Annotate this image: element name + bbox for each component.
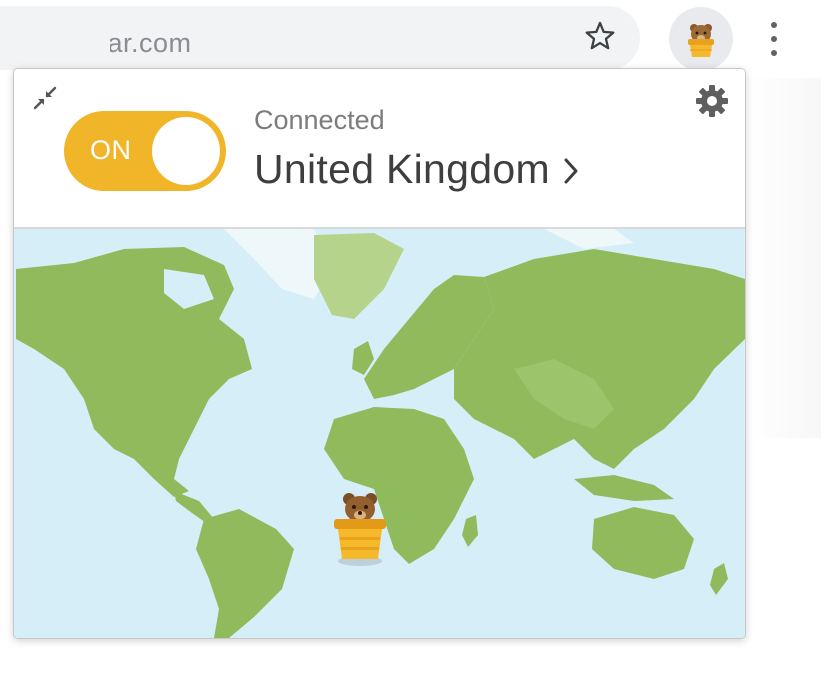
toggle-label: ON [90,135,132,165]
country-selector[interactable]: United Kingdom [254,145,580,193]
continent-south-america [196,509,294,638]
tunnelbear-marker-icon[interactable] [330,485,390,567]
toggle-knob [152,117,220,185]
address-bar-text: ear.com [110,28,192,58]
world-map[interactable] [14,229,745,638]
world-map-graphic [16,229,745,638]
vpn-popup: ON Connected United Kingdom [13,68,746,639]
popup-header: ON Connected United Kingdom [14,69,745,229]
browser-toolbar: ear.com [0,0,821,78]
kebab-menu-icon[interactable] [756,18,792,60]
connection-status: Connected [254,105,385,135]
country-name: United Kingdom [254,145,550,192]
gear-icon[interactable] [694,83,730,119]
continent-australia [592,507,694,579]
collapse-arrows-icon[interactable] [32,85,58,111]
star-outline-icon[interactable] [580,16,620,56]
page-background [748,78,821,438]
address-bar[interactable]: ear.com [0,6,640,70]
tunnelbear-icon [688,24,714,57]
tunnelbear-extension-button[interactable] [669,7,733,71]
continent-asia [454,249,745,469]
continent-greenland [314,233,404,319]
chevron-right-icon [564,158,578,184]
vpn-toggle-switch[interactable]: ON [64,111,226,191]
continent-north-america [16,247,252,497]
